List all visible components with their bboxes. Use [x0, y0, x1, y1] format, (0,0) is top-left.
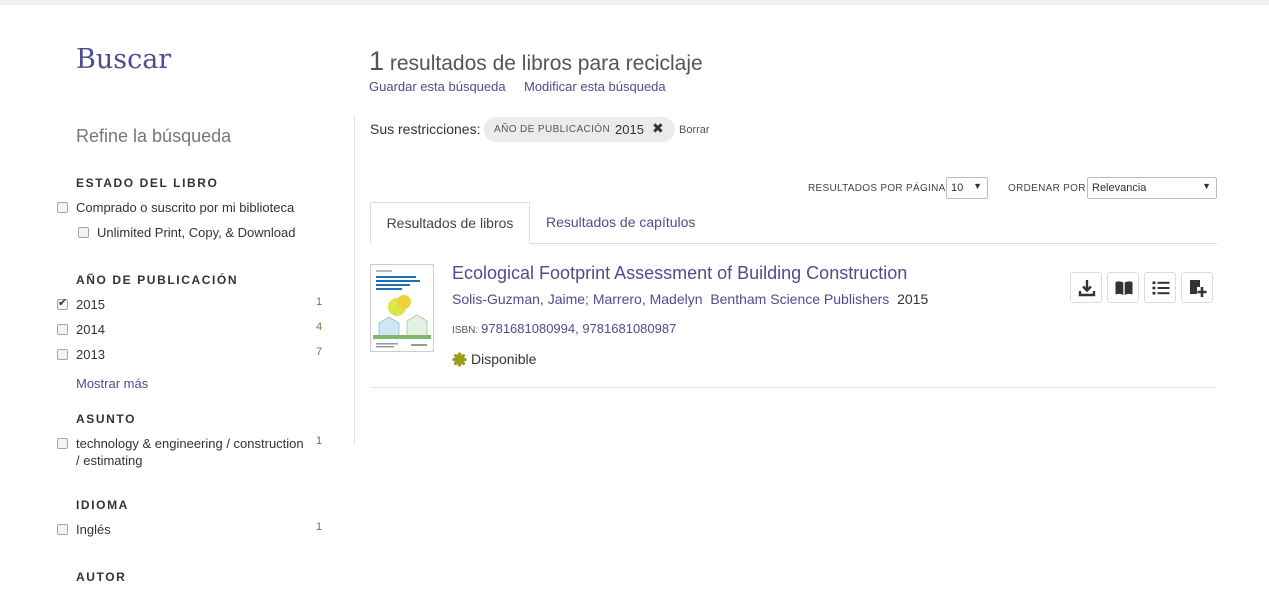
modify-search-link[interactable]: Modificar esta búsqueda: [524, 79, 666, 94]
show-more-link[interactable]: Mostrar más: [76, 376, 148, 391]
availability-label: Disponible: [471, 351, 537, 367]
available-badge-icon: [452, 352, 467, 367]
facet-count: 7: [316, 346, 323, 358]
refine-heading: Refine la búsqueda: [76, 126, 232, 146]
read-online-button[interactable]: [1107, 272, 1139, 303]
book-year: 2015: [897, 291, 929, 307]
facet-heading-estado: ESTADO DEL LIBRO: [76, 176, 219, 190]
book-publisher-link[interactable]: Bentham Science Publishers: [710, 291, 889, 307]
facet-count: 1: [316, 296, 323, 308]
availability-status: Disponible: [452, 351, 536, 367]
read-online-icon: [1115, 281, 1133, 295]
result-divider: [370, 387, 1217, 388]
sidebar-divider: [354, 115, 355, 445]
option-label[interactable]: Comprado o suscrito por mi biblioteca: [76, 199, 294, 216]
save-search-link[interactable]: Guardar esta búsqueda: [369, 79, 506, 94]
option-label[interactable]: Unlimited Print, Copy, & Download: [97, 224, 295, 241]
per-page-select[interactable]: 10 ▼: [946, 177, 988, 199]
book-title-link[interactable]: Ecological Footprint Assessment of Build…: [452, 263, 907, 284]
chip-key: AÑO DE PUBLICACIÓN: [494, 124, 611, 135]
chevron-down-icon: ▼: [973, 181, 982, 191]
clear-restrictions-link[interactable]: Borrar: [679, 124, 710, 136]
tab-chapter-results[interactable]: Resultados de capítulos: [546, 202, 695, 244]
download-icon: [1078, 280, 1096, 297]
results-count: 1: [369, 46, 385, 76]
book-cover[interactable]: [370, 264, 434, 352]
checkbox-anio-2015[interactable]: [57, 296, 68, 310]
checkbox-anio-2014[interactable]: [57, 324, 68, 335]
view-details-button[interactable]: [1144, 272, 1176, 303]
checkbox-asunto[interactable]: [57, 438, 68, 449]
book-isbn: ISBN: 9781681080994, 9781681080987: [452, 321, 676, 336]
option-label[interactable]: technology & engineering / construction …: [76, 435, 306, 469]
per-page-label: RESULTADOS POR PÁGINA: [808, 183, 946, 194]
add-to-list-button[interactable]: [1181, 272, 1213, 303]
chip-value: 2015: [615, 122, 644, 137]
facet-count: 4: [316, 321, 323, 333]
results-title: 1 resultados de libros para reciclaje: [369, 46, 703, 77]
option-label[interactable]: 2014: [76, 321, 105, 338]
facet-count: 1: [316, 521, 323, 533]
restriction-chip: AÑO DE PUBLICACIÓN 2015 ✖: [484, 117, 675, 142]
tab-book-results[interactable]: Resultados de libros: [370, 202, 530, 244]
book-meta: Solis-Guzman, Jaime; Marrero, Madelyn Be…: [452, 291, 928, 307]
isbn-values: 9781681080994, 9781681080987: [481, 321, 677, 336]
facet-heading-asunto: ASUNTO: [76, 412, 137, 426]
facet-heading-autor: AUTOR: [76, 570, 127, 584]
sort-value: Relevancia: [1092, 182, 1147, 194]
book-cover-image: [371, 265, 433, 351]
option-label[interactable]: 2013: [76, 346, 105, 363]
option-label[interactable]: Inglés: [76, 521, 111, 538]
book-authors-link[interactable]: Solis-Guzman, Jaime; Marrero, Madelyn: [452, 291, 703, 307]
page-title: Buscar: [76, 44, 172, 75]
sort-label: ORDENAR POR: [1008, 183, 1086, 194]
sidebar: Buscar Refine la búsqueda ESTADO DEL LIB…: [0, 0, 355, 596]
add-to-list-icon: [1190, 280, 1207, 297]
checkbox-estado-comprado[interactable]: [57, 202, 68, 213]
chevron-down-icon: ▼: [1202, 181, 1211, 191]
facet-count: 1: [316, 435, 323, 447]
checkbox-idioma-ingles[interactable]: [57, 524, 68, 535]
facet-heading-anio: AÑO DE PUBLICACIÓN: [76, 273, 239, 287]
list-icon: [1152, 281, 1170, 295]
close-icon[interactable]: ✖: [652, 120, 664, 137]
results-title-text: resultados de libros para reciclaje: [389, 52, 703, 75]
checkbox-anio-2013[interactable]: [57, 349, 68, 360]
option-label[interactable]: 2015: [76, 296, 105, 313]
checkbox-estado-unlimited[interactable]: [78, 227, 89, 238]
facet-heading-idioma: IDIOMA: [76, 498, 129, 512]
download-button[interactable]: [1070, 272, 1102, 303]
sort-select[interactable]: Relevancia ▼: [1087, 177, 1217, 199]
restrictions-label: Sus restricciones:: [370, 121, 481, 137]
per-page-value: 10: [951, 182, 964, 194]
isbn-label: ISBN:: [452, 325, 479, 336]
